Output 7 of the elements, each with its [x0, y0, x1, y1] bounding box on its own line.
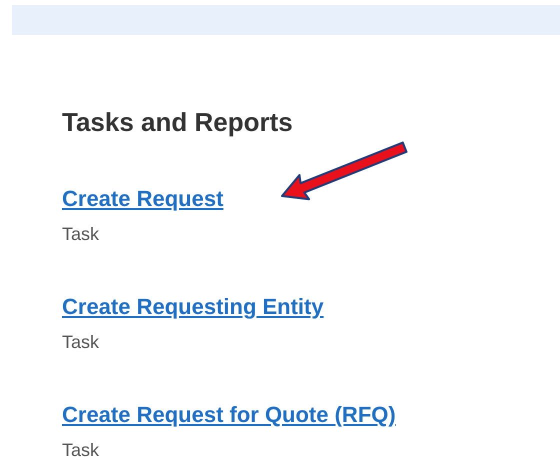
item-type: Task	[62, 331, 100, 353]
task-link[interactable]: Create Request for Quote (RFQ)	[62, 403, 396, 427]
item-type: Task	[62, 223, 100, 245]
item-type: Task	[62, 439, 100, 461]
task-link[interactable]: Create Requesting Entity	[62, 295, 324, 319]
section-heading: Tasks and Reports	[62, 107, 293, 137]
task-link[interactable]: Create Request	[62, 187, 224, 211]
